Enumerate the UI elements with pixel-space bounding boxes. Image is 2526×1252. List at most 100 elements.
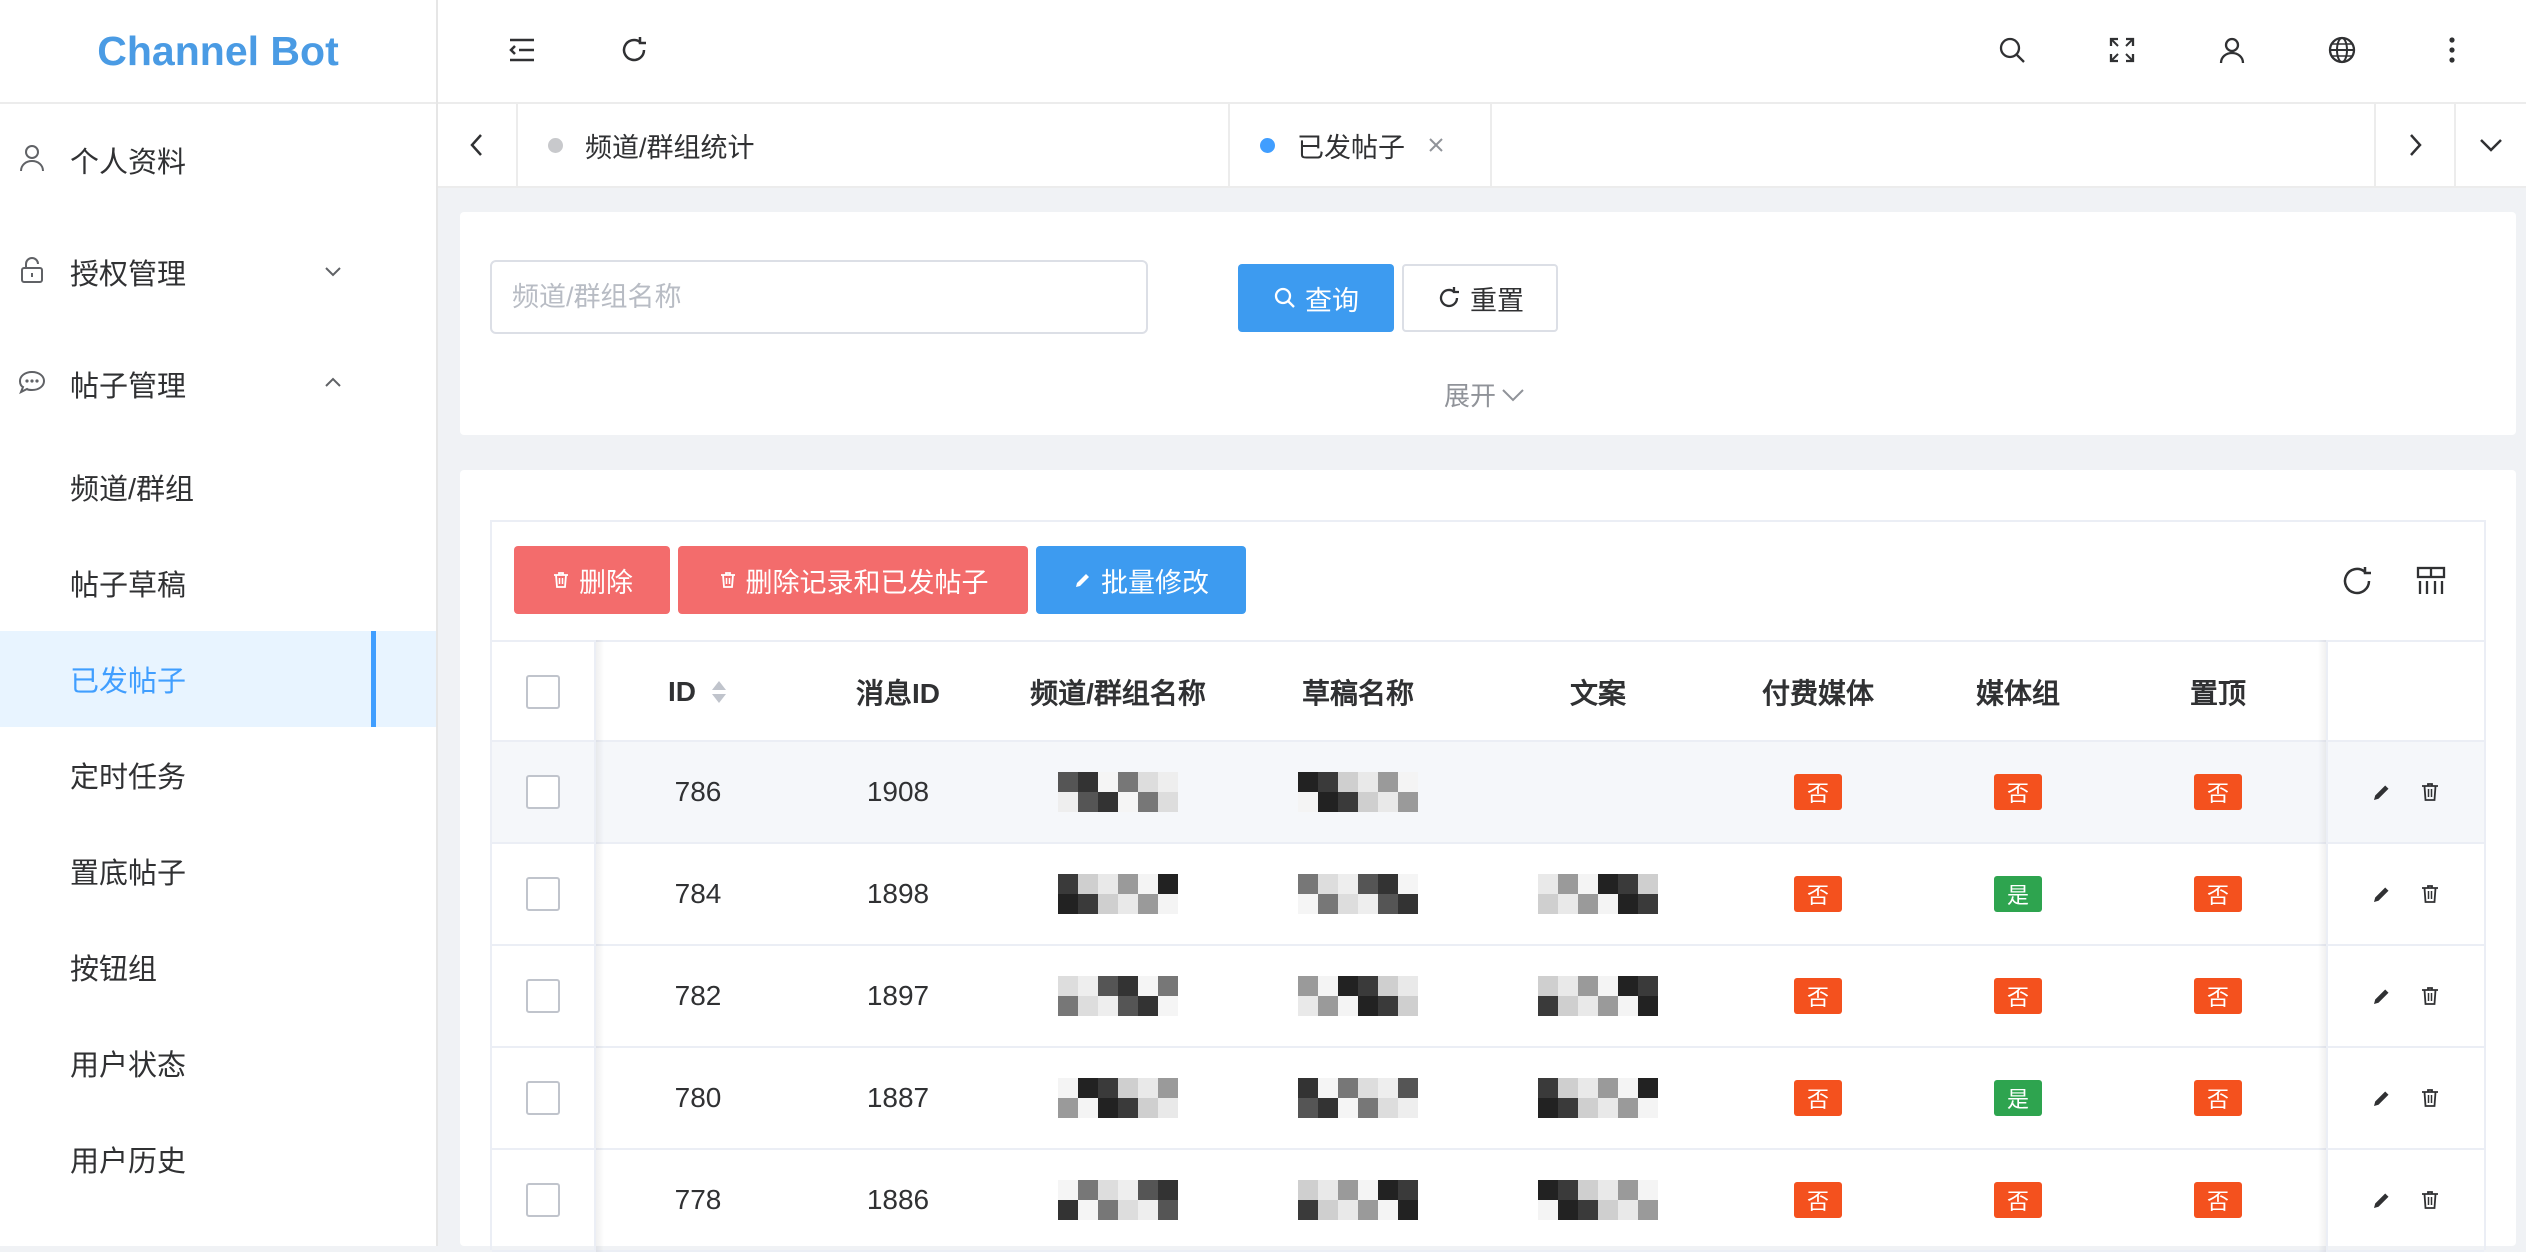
tags-next-button[interactable] — [2374, 104, 2456, 186]
table-row[interactable]: 784 1898 否 是 否 — [492, 844, 2484, 946]
row-id: 778 — [674, 1184, 722, 1215]
row-msg-id: 1908 — [866, 776, 930, 807]
delete-icon[interactable] — [2419, 1087, 2441, 1109]
user-icon[interactable] — [2206, 24, 2258, 76]
row-checkbox[interactable] — [526, 979, 560, 1013]
reset-button[interactable]: 重置 — [1402, 264, 1558, 332]
channel-name-search-input[interactable] — [490, 260, 1148, 334]
redacted-content — [1058, 772, 1178, 812]
pinned-badge: 否 — [2194, 876, 2242, 912]
select-all-cell — [492, 642, 594, 742]
table-refresh-icon[interactable] — [2334, 558, 2380, 604]
paid-media-cell: 否 — [1718, 742, 1918, 842]
tag-label: 已发帖子 — [1297, 132, 1405, 163]
media-group-badge: 是 — [1994, 876, 2042, 912]
pinned-cell: 否 — [2118, 1048, 2318, 1148]
delete-records-button[interactable]: 删除记录和已发帖子 — [678, 546, 1028, 614]
refresh-icon[interactable] — [608, 24, 660, 76]
menu-fold-icon[interactable] — [496, 24, 548, 76]
delete-icon[interactable] — [2419, 781, 2441, 803]
search-icon[interactable] — [1986, 24, 2038, 76]
sidebar-item-auth[interactable]: 授权管理 — [0, 224, 436, 320]
chevron-down-icon — [1496, 385, 1526, 405]
trash-icon — [551, 570, 571, 590]
id-cell: 778 — [598, 1150, 798, 1250]
redacted-content — [1538, 1078, 1658, 1118]
table-row[interactable]: 782 1897 否 否 否 — [492, 946, 2484, 1048]
reset-button-label: 重置 — [1470, 285, 1524, 316]
sort-icon[interactable] — [710, 679, 728, 705]
brand-logo[interactable]: Channel Bot — [0, 0, 436, 104]
table-header: ID 消息ID 频道/群组名称 草稿名称 文案 付费媒体 媒体组 置顶 — [492, 640, 2484, 742]
globe-icon[interactable] — [2316, 24, 2368, 76]
sidebar-item-user-history[interactable]: 用户历史 — [0, 1111, 436, 1207]
sidebar-item-buttons[interactable]: 按钮组 — [0, 919, 436, 1015]
media-group-cell: 是 — [1918, 844, 2118, 944]
sidebar-item-bottom[interactable]: 置底帖子 — [0, 823, 436, 919]
table-row[interactable]: 786 1908 否 否 否 — [492, 742, 2484, 844]
tag-sent-posts[interactable]: 已发帖子 — [1232, 104, 1492, 186]
paid-media-cell: 否 — [1718, 844, 1918, 944]
media-group-badge: 否 — [1994, 978, 2042, 1014]
sidebar-item-posts[interactable]: 帖子管理 — [0, 336, 436, 432]
sidebar-item-channels[interactable]: 频道/群组 — [0, 439, 436, 535]
column-header-draft: 草稿名称 — [1301, 678, 1414, 709]
row-checkbox[interactable] — [526, 1081, 560, 1115]
row-checkbox[interactable] — [526, 775, 560, 809]
sidebar-item-label: 用户状态 — [70, 1050, 187, 1082]
table-row[interactable]: 780 1887 否 是 否 — [492, 1048, 2484, 1150]
select-cell — [492, 742, 594, 842]
delete-records-label: 删除记录和已发帖子 — [745, 567, 989, 598]
tag-dot — [1260, 137, 1275, 153]
actions-cell — [2328, 946, 2484, 1046]
pinned-badge: 否 — [2194, 774, 2242, 810]
query-button[interactable]: 查询 — [1238, 264, 1394, 332]
row-msg-id: 1886 — [866, 1184, 930, 1215]
more-icon[interactable] — [2426, 24, 2478, 76]
select-all-checkbox[interactable] — [526, 675, 560, 709]
pinned-cell: 否 — [2118, 1150, 2318, 1250]
row-msg-id: 1887 — [866, 1082, 930, 1113]
fullscreen-icon[interactable] — [2096, 24, 2148, 76]
close-icon[interactable] — [1427, 136, 1445, 154]
sidebar-item-label: 已发帖子 — [70, 666, 187, 698]
tags-view: 频道/群组统计 已发帖子 — [438, 104, 2526, 188]
redacted-content — [1538, 1180, 1658, 1220]
tags-menu-button[interactable] — [2452, 104, 2526, 186]
delete-icon[interactable] — [2419, 985, 2441, 1007]
batch-edit-button[interactable]: 批量修改 — [1036, 546, 1246, 614]
pencil-icon — [1073, 570, 1093, 590]
sidebar-item-label: 帖子草稿 — [70, 570, 187, 602]
select-cell — [492, 946, 594, 1046]
delete-icon[interactable] — [2419, 883, 2441, 905]
edit-icon[interactable] — [2371, 1087, 2393, 1109]
sidebar-item-user-status[interactable]: 用户状态 — [0, 1015, 436, 1111]
edit-icon[interactable] — [2371, 1189, 2393, 1211]
fixed-column-shadow — [2318, 640, 2326, 1252]
row-checkbox[interactable] — [526, 877, 560, 911]
delete-button-label: 删除 — [579, 567, 633, 598]
sidebar-item-drafts[interactable]: 帖子草稿 — [0, 535, 436, 631]
expand-toggle[interactable]: 展开 — [1444, 376, 1526, 413]
media-group-cell: 否 — [1918, 742, 2118, 842]
sidebar-item-sent[interactable]: 已发帖子 — [0, 631, 436, 727]
delete-icon[interactable] — [2419, 1189, 2441, 1211]
paid-media-cell: 否 — [1718, 946, 1918, 1046]
edit-icon[interactable] — [2371, 883, 2393, 905]
sidebar-item-profile[interactable]: 个人资料 — [0, 112, 436, 208]
column-header-msg-id: 消息ID — [855, 678, 940, 709]
select-cell — [492, 1048, 594, 1148]
row-checkbox[interactable] — [526, 1183, 560, 1217]
sidebar-item-label: 置底帖子 — [70, 858, 187, 890]
table-row[interactable]: 778 1886 否 否 否 — [492, 1150, 2484, 1252]
edit-icon[interactable] — [2371, 985, 2393, 1007]
id-cell: 780 — [598, 1048, 798, 1148]
column-settings-icon[interactable] — [2408, 558, 2454, 604]
sidebar-item-tasks[interactable]: 定时任务 — [0, 727, 436, 823]
column-header-id[interactable]: ID — [598, 642, 798, 742]
edit-icon[interactable] — [2371, 781, 2393, 803]
tags-prev-button[interactable] — [438, 104, 518, 186]
delete-button[interactable]: 删除 — [514, 546, 670, 614]
tag-stats[interactable]: 频道/群组统计 — [518, 104, 1230, 186]
paid-media-cell: 否 — [1718, 1048, 1918, 1148]
